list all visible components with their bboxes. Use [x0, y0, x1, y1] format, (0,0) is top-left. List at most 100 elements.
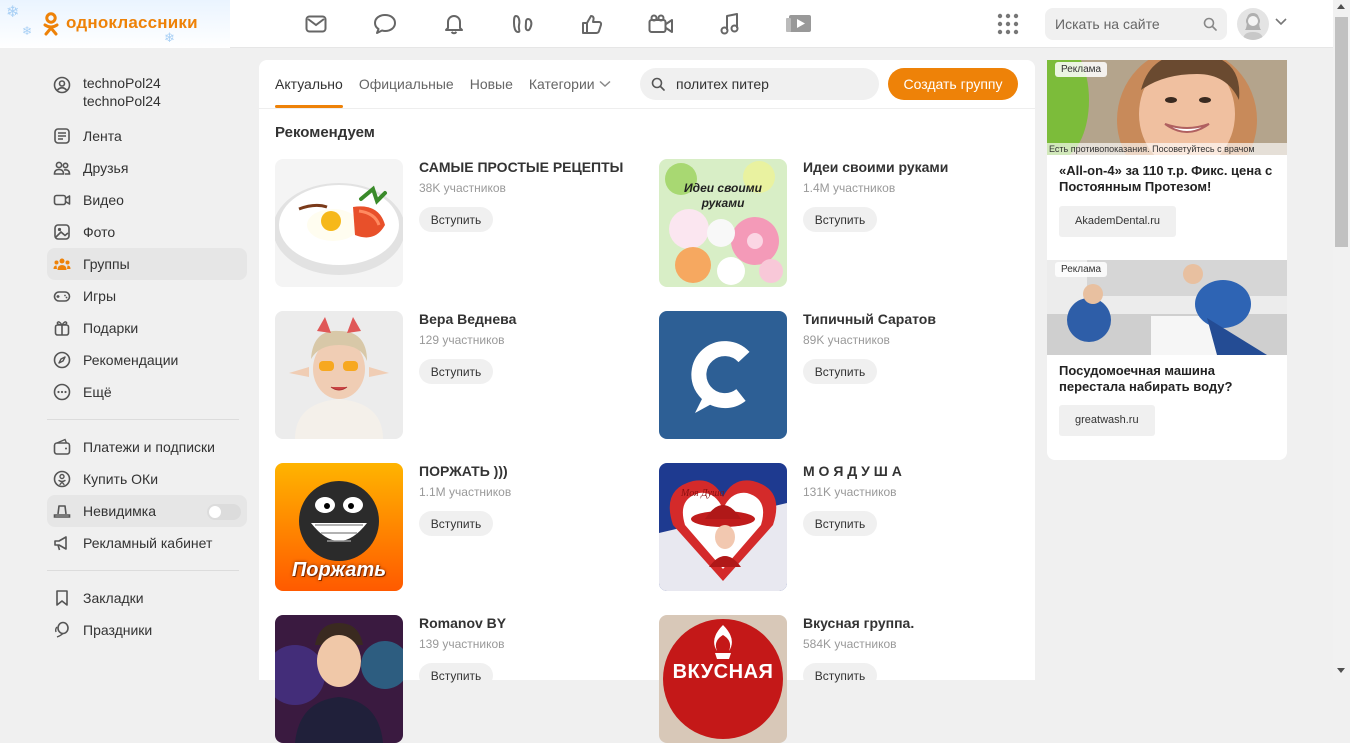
- join-button[interactable]: Вступить: [419, 511, 493, 536]
- scroll-down-arrow-icon[interactable]: [1337, 668, 1345, 673]
- tab-label: Актуально: [275, 76, 343, 92]
- ad-image[interactable]: Реклама: [1047, 260, 1287, 355]
- sidebar-item-games[interactable]: Игры: [47, 280, 247, 312]
- sidebar-item-holidays[interactable]: Праздники: [47, 614, 247, 646]
- tab-categories[interactable]: Категории: [529, 60, 611, 108]
- scroll-up-arrow-icon[interactable]: [1337, 4, 1345, 9]
- group-card[interactable]: Вера Веднева 129 участников Вступить: [275, 311, 635, 439]
- group-card[interactable]: ВКУСНАЯ Вкусная группа. 584K участников …: [659, 615, 1019, 743]
- sidebar-divider: [47, 570, 239, 571]
- group-card[interactable]: Идеи своими руками Идеи своими руками 1.…: [659, 159, 1019, 287]
- group-card[interactable]: Типичный Саратов 89K участников Вступить: [659, 311, 1019, 439]
- group-image[interactable]: Поржать: [275, 463, 403, 591]
- mail-icon[interactable]: [300, 8, 332, 40]
- sidebar-item-invisible[interactable]: Невидимка: [47, 495, 247, 527]
- play-icon[interactable]: [783, 8, 815, 40]
- ad-image[interactable]: Реклама Есть противопоказания. Посоветуй…: [1047, 60, 1287, 155]
- group-image[interactable]: [659, 311, 787, 439]
- group-name[interactable]: Romanov BY: [419, 615, 506, 631]
- sidebar-item-recommendations[interactable]: Рекомендации: [47, 344, 247, 376]
- sidebar-item-photo[interactable]: Фото: [47, 216, 247, 248]
- tab-label: Новые: [469, 76, 513, 92]
- group-name[interactable]: Идеи своими руками: [803, 159, 948, 175]
- group-image[interactable]: Идеи своими руками: [659, 159, 787, 287]
- join-button[interactable]: Вступить: [803, 207, 877, 232]
- group-image[interactable]: [275, 159, 403, 287]
- chevron-down-icon: [599, 80, 611, 88]
- tab-actual[interactable]: Актуально: [275, 60, 343, 108]
- group-card[interactable]: Romanov BY 139 участников Вступить: [275, 615, 635, 743]
- sidebar-item-more[interactable]: Ещё: [47, 376, 247, 408]
- group-name[interactable]: Вера Веднева: [419, 311, 516, 327]
- groups-tabs: Актуально Официальные Новые Категории: [275, 60, 627, 108]
- bell-icon[interactable]: [438, 8, 470, 40]
- join-button[interactable]: Вступить: [803, 359, 877, 384]
- create-group-button[interactable]: Создать группу: [888, 68, 1018, 100]
- join-button[interactable]: Вступить: [803, 511, 877, 536]
- join-button[interactable]: Вступить: [419, 359, 493, 384]
- chevron-down-icon[interactable]: [1275, 18, 1287, 26]
- ad-title[interactable]: Посудомоечная машина перестала набирать …: [1059, 363, 1279, 395]
- site-search[interactable]: [1045, 8, 1227, 40]
- join-button[interactable]: Вступить: [419, 207, 493, 232]
- sidebar-item-gifts[interactable]: Подарки: [47, 312, 247, 344]
- ads-column: Реклама Есть противопоказания. Посоветуй…: [1047, 60, 1287, 460]
- join-button[interactable]: Вступить: [419, 663, 493, 688]
- sidebar-item-payments[interactable]: Платежи и подписки: [47, 431, 247, 463]
- compass-icon: [53, 351, 71, 369]
- scrollbar-thumb[interactable]: [1335, 17, 1348, 247]
- group-image[interactable]: ВКУСНАЯ: [659, 615, 787, 743]
- group-name[interactable]: САМЫЕ ПРОСТЫЕ РЕЦЕПТЫ: [419, 159, 623, 175]
- music-icon[interactable]: [714, 8, 746, 40]
- ok-logo-icon: [43, 12, 59, 36]
- sidebar-item-video[interactable]: Видео: [47, 184, 247, 216]
- group-members-count: 139 участников: [419, 637, 505, 651]
- group-card[interactable]: САМЫЕ ПРОСТЫЕ РЕЦЕПТЫ 38K участников Вст…: [275, 159, 635, 287]
- snowflake-icon: ❄: [6, 4, 20, 21]
- group-image-caption: Поржать: [291, 559, 387, 581]
- group-image[interactable]: Моя Душа: [659, 463, 787, 591]
- sidebar-item-label: Купить ОКи: [83, 471, 159, 487]
- group-card[interactable]: Поржать ПОРЖАТЬ ))) 1.1M участников Всту…: [275, 463, 635, 591]
- guests-icon[interactable]: [507, 8, 539, 40]
- avatar[interactable]: [1237, 8, 1269, 40]
- apps-grid-icon[interactable]: [996, 12, 1020, 36]
- tab-new[interactable]: Новые: [470, 60, 513, 108]
- tab-official[interactable]: Официальные: [359, 60, 454, 108]
- ad-link-button[interactable]: AkademDental.ru: [1059, 206, 1176, 237]
- sidebar-item-groups[interactable]: Группы: [47, 248, 247, 280]
- group-name[interactable]: Типичный Саратов: [803, 311, 936, 327]
- sidebar-profile[interactable]: technoPol24 technoPol24: [47, 64, 247, 109]
- sidebar-item-feed[interactable]: Лента: [47, 120, 247, 152]
- like-icon[interactable]: [576, 8, 608, 40]
- groups-search-input[interactable]: [676, 68, 866, 100]
- group-name[interactable]: М О Я Д У Ш А: [803, 463, 902, 479]
- ad-link-button[interactable]: greatwash.ru: [1059, 405, 1155, 436]
- ad-card[interactable]: Реклама Посудомоечная машина перестала н…: [1047, 260, 1287, 460]
- video-icon[interactable]: [645, 8, 677, 40]
- group-card[interactable]: Моя Душа М О Я Д У Ш А 131K участников В…: [659, 463, 1019, 591]
- groups-search[interactable]: [640, 68, 879, 100]
- wallet-icon: [53, 438, 71, 455]
- sidebar-item-ad-cabinet[interactable]: Рекламный кабинет: [47, 527, 247, 559]
- sidebar-item-bookmarks[interactable]: Закладки: [47, 582, 247, 614]
- group-name[interactable]: ПОРЖАТЬ ))): [419, 463, 508, 479]
- sidebar-item-label: Праздники: [83, 622, 153, 638]
- logo[interactable]: ❄ ❄ ❄ одноклассники: [0, 0, 230, 48]
- sidebar-item-buy-ok[interactable]: Купить ОКи: [47, 463, 247, 495]
- search-icon[interactable]: [1203, 17, 1217, 31]
- ad-card[interactable]: Реклама Есть противопоказания. Посоветуй…: [1047, 60, 1287, 260]
- chat-icon[interactable]: [369, 8, 401, 40]
- site-search-input[interactable]: [1055, 8, 1195, 40]
- join-button[interactable]: Вступить: [803, 663, 877, 688]
- balloon-icon: [54, 621, 69, 638]
- invisible-toggle[interactable]: [207, 504, 241, 520]
- ad-title[interactable]: «All-on-4» за 110 т.р. Фикс. цена с Пост…: [1059, 163, 1279, 195]
- group-image[interactable]: [275, 311, 403, 439]
- group-image[interactable]: [275, 615, 403, 743]
- group-name[interactable]: Вкусная группа.: [803, 615, 914, 631]
- sidebar-divider: [47, 419, 239, 420]
- feed-icon: [54, 128, 70, 144]
- sidebar-item-friends[interactable]: Друзья: [47, 152, 247, 184]
- sidebar-item-label: Закладки: [83, 590, 144, 606]
